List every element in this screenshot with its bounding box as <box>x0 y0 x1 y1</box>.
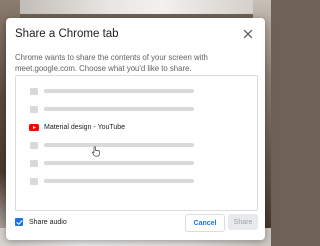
tab-title-placeholder <box>44 143 194 147</box>
tab-list-item[interactable] <box>16 82 257 100</box>
tab-list-item[interactable] <box>16 136 257 154</box>
background-top <box>0 0 271 14</box>
close-icon[interactable] <box>242 28 254 40</box>
tab-list-item[interactable] <box>16 154 257 172</box>
share-audio-label: Share audio <box>29 218 67 226</box>
tab-title-placeholder <box>44 89 194 93</box>
dialog-subtitle: Chrome wants to share the contents of yo… <box>15 53 208 73</box>
favicon-placeholder <box>30 141 38 149</box>
youtube-icon <box>29 123 39 131</box>
share-tab-dialog: Share a Chrome tab Chrome wants to share… <box>6 18 265 240</box>
tab-list-item-youtube[interactable]: Material design - YouTube <box>16 118 257 136</box>
share-audio-checkbox[interactable] <box>15 218 23 226</box>
share-button[interactable]: Share <box>228 214 258 230</box>
hand-cursor-icon <box>92 146 100 157</box>
tab-title-placeholder <box>44 161 194 165</box>
tab-list-item[interactable] <box>16 172 257 190</box>
favicon-placeholder <box>30 159 38 167</box>
dialog-title: Share a Chrome tab <box>15 28 119 40</box>
tab-title: Material design - YouTube <box>44 123 126 131</box>
cancel-button[interactable]: Cancel <box>185 214 225 232</box>
tab-list: Material design - YouTube <box>15 75 258 211</box>
tab-title-placeholder <box>44 107 194 111</box>
favicon-placeholder <box>30 177 38 185</box>
tab-list-item[interactable] <box>16 100 257 118</box>
favicon-placeholder <box>30 87 38 95</box>
checkmark-icon <box>15 219 23 225</box>
favicon-placeholder <box>30 105 38 113</box>
share-audio-option[interactable]: Share audio <box>15 218 67 226</box>
tab-title-placeholder <box>44 179 194 183</box>
